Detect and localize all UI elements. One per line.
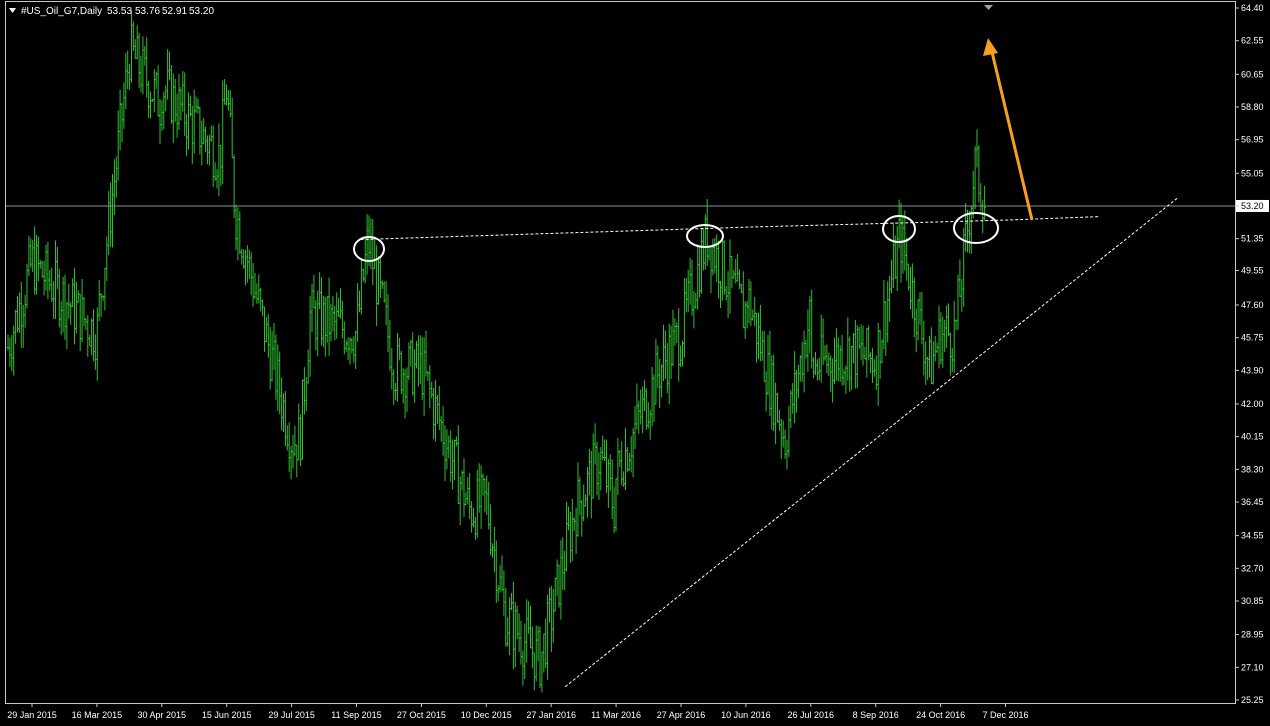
x-tick-label: 27 Apr 2016 <box>657 710 706 720</box>
ohlc-close: 53.20 <box>189 6 214 17</box>
x-tick-label: 29 Jan 2015 <box>7 710 57 720</box>
current-price-label: 53.20 <box>1241 201 1264 211</box>
x-tick-label: 16 Mar 2015 <box>72 710 123 720</box>
x-tick-label: 7 Dec 2016 <box>982 710 1028 720</box>
x-tick-label: 27 Jan 2016 <box>526 710 576 720</box>
y-tick-label: 42.00 <box>1241 399 1264 409</box>
price-chart[interactable]: 53.20 64.40 62.55 60.65 58.80 56.95 55.05 51.3… <box>0 0 1270 726</box>
y-tick-label: 34.55 <box>1241 531 1264 541</box>
chart-window[interactable]: 53.20 64.40 62.55 60.65 58.80 56.95 55.05 51.3… <box>0 0 1270 726</box>
y-tick-label: 38.30 <box>1241 464 1264 474</box>
ohlc-low: 52.91 <box>162 6 187 17</box>
ohlc-high: 53.76 <box>135 6 160 17</box>
x-tick-label: 24 Oct 2016 <box>916 710 965 720</box>
x-tick-label: 26 Jul 2016 <box>788 710 835 720</box>
symbol-label: #US_Oil_G7,Daily <box>21 6 102 17</box>
y-tick-label: 32.70 <box>1241 563 1264 573</box>
y-tick-label: 64.40 <box>1241 3 1264 13</box>
x-tick-label: 29 Jul 2015 <box>268 710 315 720</box>
x-tick-label: 8 Sep 2016 <box>853 710 899 720</box>
x-tick-label: 11 Mar 2016 <box>591 710 641 720</box>
x-tick-label: 10 Dec 2015 <box>461 710 512 720</box>
y-tick-label: 45.75 <box>1241 333 1264 343</box>
y-tick-label: 27.10 <box>1241 662 1264 672</box>
x-tick-label: 11 Sep 2015 <box>331 710 381 720</box>
y-tick-label: 58.80 <box>1241 102 1264 112</box>
y-tick-label: 25.25 <box>1241 695 1264 705</box>
y-tick-label: 51.35 <box>1241 234 1264 244</box>
ohlc-open: 53.53 <box>107 6 132 17</box>
y-tick-label: 55.05 <box>1241 168 1264 178</box>
y-tick-label: 60.65 <box>1241 69 1264 79</box>
x-tick-label: 27 Oct 2015 <box>397 710 446 720</box>
y-tick-label: 49.55 <box>1241 265 1264 275</box>
y-tick-label: 43.90 <box>1241 365 1264 375</box>
x-tick-label: 30 Apr 2015 <box>138 710 187 720</box>
y-tick-label: 28.95 <box>1241 630 1264 640</box>
x-tick-label: 15 Jun 2015 <box>202 710 252 720</box>
y-tick-label: 56.95 <box>1241 135 1264 145</box>
x-tick-label: 10 Jun 2016 <box>721 710 771 720</box>
y-tick-label: 40.15 <box>1241 432 1264 442</box>
chart-header: #US_Oil_G7,Daily 53.53 53.76 52.91 53.20 <box>9 6 214 17</box>
y-tick-label: 30.85 <box>1241 596 1264 606</box>
y-tick-label: 36.45 <box>1241 497 1264 507</box>
y-tick-label: 47.60 <box>1241 300 1264 310</box>
y-tick-label: 62.55 <box>1241 36 1264 46</box>
